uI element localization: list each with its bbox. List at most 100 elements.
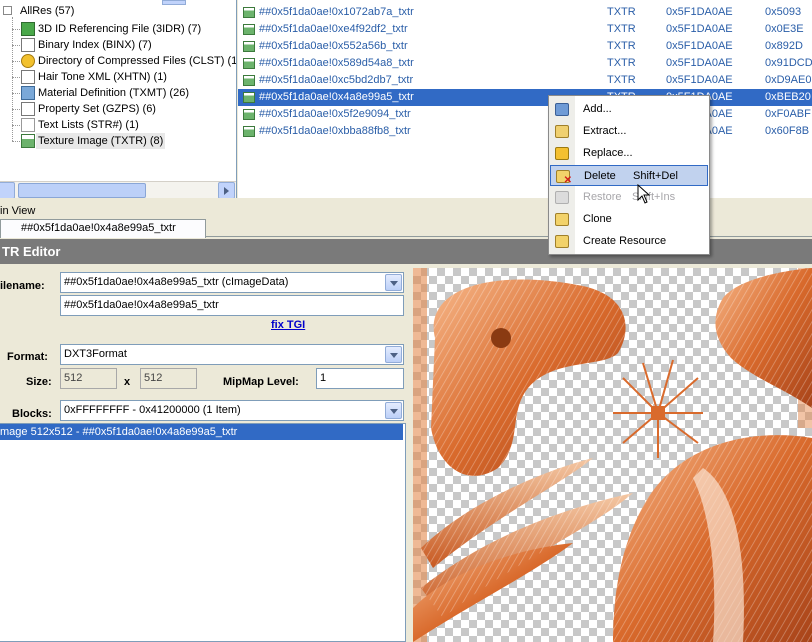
menu-item-add[interactable]: Add... (550, 99, 708, 120)
tree-item-label: Property Set (GZPS) (6) (38, 103, 156, 115)
dropdown-arrow-icon[interactable] (385, 346, 402, 363)
scroll-thumb[interactable] (18, 183, 146, 198)
3idr-icon (21, 22, 35, 36)
mouse-pointer-icon (637, 184, 651, 204)
tree-horizontal-scrollbar[interactable] (0, 181, 236, 199)
row-name: ##0x5f1da0ae!0x4a8e99a5_txtr (259, 91, 414, 103)
clst-icon (21, 54, 35, 68)
xhtn-icon (21, 70, 35, 84)
collapse-icon[interactable] (3, 6, 12, 15)
row-instance: 0xF0ABF (765, 108, 811, 120)
row-type: TXTR (607, 23, 636, 35)
row-name: ##0x5f1da0ae!0x552a56b_txtr (259, 40, 408, 52)
menu-item-label: Create Resource (583, 235, 667, 247)
row-instance: 0x60F8B (765, 125, 810, 137)
create-resource-icon (555, 235, 569, 248)
row-type: TXTR (607, 6, 636, 18)
row-instance: 0xBEB20 (765, 91, 811, 103)
row-instance: 0x5093 (765, 6, 802, 18)
extract-icon (555, 125, 569, 138)
blocks-select-value: 0xFFFFFFFF - 0x41200000 (1 Item) (64, 404, 241, 416)
texture-file-icon (243, 7, 255, 18)
list-row[interactable]: ##0x5f1da0ae!0xbba88fb8_txtr TXTR 0x5F1D… (238, 123, 812, 140)
row-instance: 0x0E3E (765, 23, 804, 35)
add-icon (555, 103, 569, 116)
txmt-icon (21, 86, 35, 100)
format-select[interactable]: DXT3Format (60, 344, 404, 365)
blocks-list-item-selected[interactable]: mage 512x512 - ##0x5f1da0ae!0x4a8e99a5_t… (0, 424, 403, 440)
context-menu[interactable]: Add... Extract... Replace... ✕ Delete Sh… (548, 95, 710, 255)
filename-combo[interactable]: ##0x5f1da0ae!0x4a8e99a5_txtr (cImageData… (60, 272, 404, 293)
height-field: 512 (140, 368, 197, 389)
binx-icon (21, 38, 35, 52)
gzps-icon (21, 102, 35, 116)
tree-item-3idr[interactable]: 3D ID Referencing File (3IDR) (7) (0, 21, 236, 37)
texture-file-icon (243, 126, 255, 137)
menu-item-label: Clone (583, 213, 612, 225)
row-type: TXTR (607, 40, 636, 52)
list-row[interactable]: ##0x5f1da0ae!0xe4f92df2_txtr TXTR 0x5F1D… (238, 21, 812, 38)
dropdown-arrow-icon[interactable] (385, 402, 402, 419)
tree-item-label: Texture Image (TXTR) (8) (36, 133, 166, 149)
row-group: 0x5F1DA0AE (666, 23, 733, 35)
filename-input[interactable]: ##0x5f1da0ae!0x4a8e99a5_txtr (60, 295, 404, 316)
tree-item-label: Binary Index (BINX) (7) (38, 39, 152, 51)
row-group: 0x5F1DA0AE (666, 57, 733, 69)
tree-item-txtr[interactable]: Texture Image (TXTR) (8) (0, 133, 236, 149)
resource-list[interactable]: ##0x5f1da0ae!0x1072ab7a_txtr TXTR 0x5F1D… (238, 0, 812, 198)
tree-item-clst[interactable]: Directory of Compressed Files (CLST) (1) (0, 53, 237, 69)
tree-item-txmt[interactable]: Material Definition (TXMT) (26) (0, 85, 236, 101)
resource-tree[interactable]: AllRes (57) 3D ID Referencing File (3IDR… (0, 0, 237, 198)
row-name: ##0x5f1da0ae!0x5f2e9094_txtr (259, 108, 411, 120)
row-group: 0x5F1DA0AE (666, 74, 733, 86)
dropdown-arrow-icon[interactable] (385, 274, 402, 291)
filename-label: ilename: (0, 280, 45, 292)
row-name: ##0x5f1da0ae!0xbba88fb8_txtr (259, 125, 411, 137)
menu-item-label: Replace... (583, 147, 633, 159)
tree-item-label: Material Definition (TXMT) (26) (38, 87, 189, 99)
fix-tgi-link[interactable]: fix TGI (271, 319, 305, 331)
row-instance: 0x892D (765, 40, 803, 52)
row-name: ##0x5f1da0ae!0x1072ab7a_txtr (259, 6, 414, 18)
menu-item-clone[interactable]: Clone (550, 209, 708, 230)
blocks-select[interactable]: 0xFFFFFFFF - 0x41200000 (1 Item) (60, 400, 404, 421)
menu-item-create-resource[interactable]: Create Resource (550, 231, 708, 252)
tree-item-label: Directory of Compressed Files (CLST) (1) (38, 55, 237, 67)
tree-item-str[interactable]: Text Lists (STR#) (1) (0, 117, 236, 133)
texture-file-icon (243, 58, 255, 69)
width-field: 512 (60, 368, 117, 389)
tree-item-label: 3D ID Referencing File (3IDR) (7) (38, 23, 202, 35)
format-select-value: DXT3Format (64, 348, 127, 360)
menu-item-extract[interactable]: Extract... (550, 121, 708, 142)
list-row[interactable]: ##0x5f1da0ae!0x589d54a8_txtr TXTR 0x5F1D… (238, 55, 812, 72)
menu-item-delete[interactable]: ✕ Delete Shift+Del (550, 165, 708, 186)
mipmap-input[interactable]: 1 (316, 368, 404, 389)
tab-current-resource[interactable]: ##0x5f1da0ae!0x4a8e99a5_txtr (0, 219, 206, 238)
format-label: Format: (7, 351, 48, 363)
menu-item-label: Add... (583, 103, 612, 115)
size-x-label: x (124, 376, 131, 388)
tree-item-gzps[interactable]: Property Set (GZPS) (6) (0, 101, 236, 117)
hair-texture-image (413, 268, 812, 642)
row-name: ##0x5f1da0ae!0xc5bd2db7_txtr (259, 74, 414, 86)
list-row[interactable]: ##0x5f1da0ae!0xc5bd2db7_txtr TXTR 0x5F1D… (238, 72, 812, 89)
list-row[interactable]: ##0x5f1da0ae!0x1072ab7a_txtr TXTR 0x5F1D… (238, 4, 812, 21)
blocks-label: Blocks: (12, 408, 52, 420)
texture-file-icon (243, 92, 255, 103)
menu-item-restore[interactable]: Restore Shift+Ins (550, 187, 708, 208)
size-label: Size: (26, 376, 52, 388)
list-row[interactable]: ##0x5f1da0ae!0x5f2e9094_txtr TXTR 0x5F1D… (238, 106, 812, 123)
mipmap-label: MipMap Level: (223, 376, 299, 388)
row-group: 0x5F1DA0AE (666, 40, 733, 52)
list-row-selected[interactable]: ##0x5f1da0ae!0x4a8e99a5_txtr TXTR 0x5F1D… (238, 89, 812, 106)
list-row[interactable]: ##0x5f1da0ae!0x552a56b_txtr TXTR 0x5F1DA… (238, 38, 812, 55)
scroll-right-button[interactable] (218, 182, 235, 199)
row-instance: 0x91DCD (765, 57, 812, 69)
tree-item-binx[interactable]: Binary Index (BINX) (7) (0, 37, 236, 53)
blocks-list[interactable] (0, 423, 406, 642)
scroll-left-button[interactable] (0, 182, 15, 199)
row-name: ##0x5f1da0ae!0xe4f92df2_txtr (259, 23, 408, 35)
menu-item-replace[interactable]: Replace... (550, 143, 708, 164)
tree-item-label: Text Lists (STR#) (1) (38, 119, 139, 131)
tree-item-xhtn[interactable]: Hair Tone XML (XHTN) (1) (0, 69, 236, 85)
